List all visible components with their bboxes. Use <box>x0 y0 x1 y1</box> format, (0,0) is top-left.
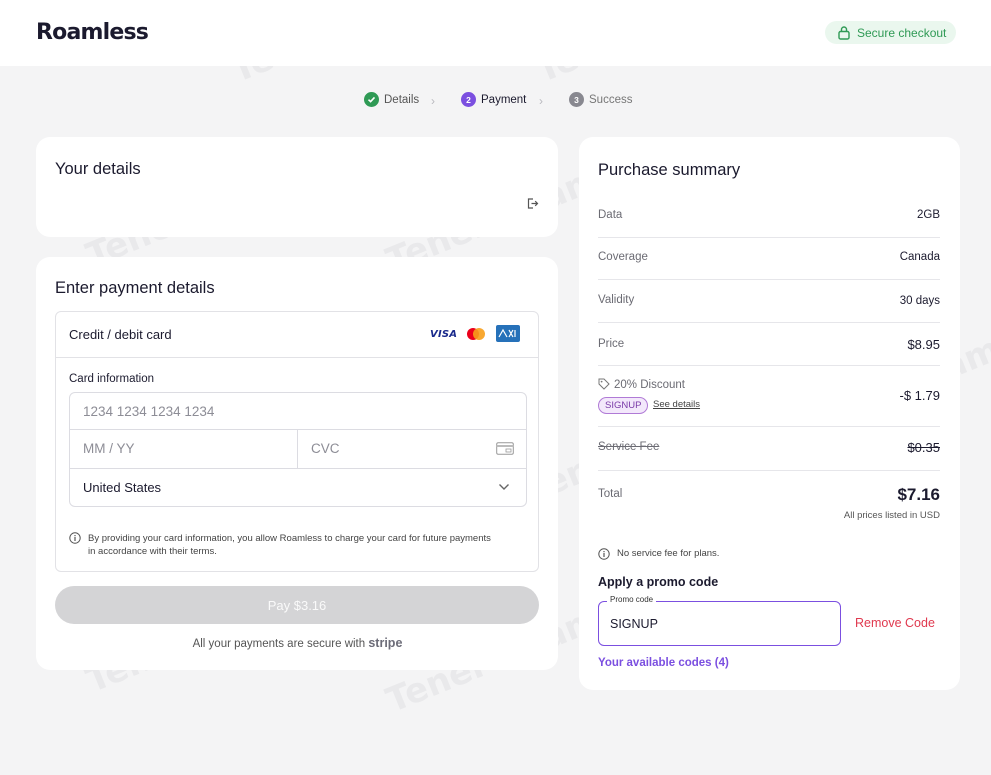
summary-row-validity: Validity 30 days <box>598 280 940 323</box>
lock-icon <box>838 26 850 40</box>
your-details-title: Your details <box>55 160 141 178</box>
promo-code-input[interactable]: Promo code SIGNUP <box>598 595 841 646</box>
mastercard-icon <box>467 328 485 340</box>
logo-text: Roamless <box>36 20 149 45</box>
summary-value: Canada <box>899 251 940 263</box>
chevron-down-icon <box>499 484 509 490</box>
secure-note-text: All your payments are secure with <box>192 638 366 650</box>
promo-code-legend: Promo code <box>607 595 657 604</box>
card-consent-notice: By providing your card information, you … <box>88 533 491 557</box>
stripe-logo: stripe <box>368 636 403 650</box>
usd-note: All prices listed in USD <box>843 510 940 521</box>
step-number: 3 <box>569 92 584 107</box>
total-label: Total <box>598 488 623 500</box>
cvc-input[interactable]: CVC <box>298 430 526 469</box>
promo-code-value: SIGNUP <box>610 617 658 631</box>
card-info-label: Card information <box>69 373 155 385</box>
summary-title: Purchase summary <box>598 161 741 179</box>
service-fee-value: $0.35 <box>907 440 940 455</box>
available-codes-link[interactable]: Your available codes (4) <box>598 657 729 669</box>
promo-code-pill: SIGNUP <box>598 397 649 414</box>
discount-label: 20% Discount <box>614 379 685 391</box>
summary-label: Validity <box>598 294 635 306</box>
payment-title: Enter payment details <box>55 279 215 297</box>
check-circle-icon <box>364 92 379 107</box>
summary-value: 30 days <box>899 295 940 307</box>
step-label: Success <box>589 93 633 106</box>
your-details-card: Your details <box>36 137 558 237</box>
chevron-right-icon: › <box>539 94 543 108</box>
chevron-right-icon: › <box>431 94 435 108</box>
pay-button[interactable]: Pay $3.16 <box>55 586 539 624</box>
see-details-link[interactable]: See details <box>653 399 700 410</box>
payment-method-box: Credit / debit card VISA Card informatio… <box>55 311 539 572</box>
step-number: 2 <box>461 92 476 107</box>
step-label: Payment <box>481 93 527 106</box>
expiry-input[interactable]: MM / YY <box>70 430 298 469</box>
summary-value: 2GB <box>916 209 940 221</box>
logout-icon[interactable] <box>526 197 539 210</box>
summary-row-discount: 20% Discount SIGNUP See details -$ 1.79 <box>598 366 940 427</box>
secure-payment-note: All your payments are secure with stripe <box>0 636 595 650</box>
summary-value: $8.95 <box>907 337 940 352</box>
step-details[interactable]: Details <box>364 92 419 107</box>
remove-code-button[interactable]: Remove Code <box>855 616 935 630</box>
expiry-placeholder: MM / YY <box>83 441 135 456</box>
summary-label: Data <box>598 209 623 221</box>
tag-icon <box>598 378 610 390</box>
info-icon <box>69 532 81 544</box>
step-payment[interactable]: 2 Payment <box>461 92 526 107</box>
secure-checkout-label: Secure checkout <box>857 25 947 40</box>
card-input-group: 1234 1234 1234 1234 MM / YY CVC United S… <box>69 392 527 507</box>
summary-row-service-fee: Service Fee $0.35 <box>598 427 940 471</box>
top-bar: Roamless Secure checkout <box>0 0 991 66</box>
total-value: $7.16 <box>897 485 940 504</box>
summary-row-price: Price $8.95 <box>598 323 940 366</box>
summary-row-coverage: Coverage Canada <box>598 238 940 280</box>
card-number-placeholder: 1234 1234 1234 1234 <box>83 404 215 419</box>
step-label: Details <box>384 93 420 106</box>
country-select[interactable]: United States <box>70 469 526 506</box>
no-fee-note: No service fee for plans. <box>617 548 720 559</box>
summary-label: Coverage <box>598 251 648 263</box>
card-number-input[interactable]: 1234 1234 1234 1234 <box>70 393 526 430</box>
payment-method-label: Credit / debit card <box>69 327 172 342</box>
promo-title: Apply a promo code <box>598 575 719 589</box>
step-success: 3 Success <box>569 92 632 107</box>
country-value: United States <box>83 480 162 495</box>
amex-icon <box>496 325 520 342</box>
info-icon <box>598 548 610 560</box>
credit-card-option[interactable]: Credit / debit card VISA <box>56 312 538 358</box>
secure-checkout-badge: Secure checkout <box>825 21 957 44</box>
service-fee-label: Service Fee <box>598 441 660 453</box>
checkout-steps: Details › 2 Payment › 3 Success <box>0 92 991 110</box>
summary-row-data: Data 2GB <box>598 195 940 238</box>
roamless-logo[interactable]: Roamless <box>36 20 149 45</box>
cvc-placeholder: CVC <box>311 441 340 456</box>
visa-icon: VISA <box>430 329 458 340</box>
cvc-card-icon <box>496 442 514 455</box>
discount-value: -$ 1.79 <box>899 388 940 403</box>
summary-label: Price <box>598 338 625 350</box>
